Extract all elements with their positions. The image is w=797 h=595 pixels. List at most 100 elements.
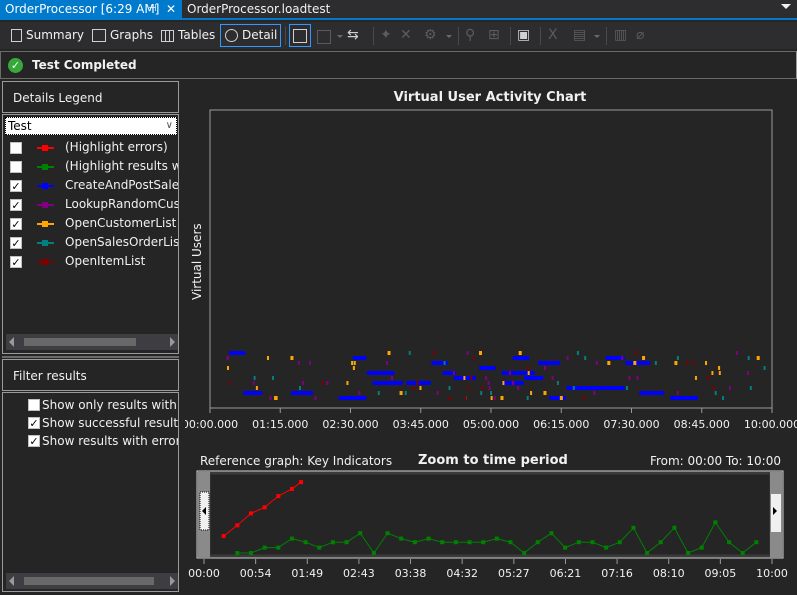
activity-mark bbox=[508, 371, 511, 375]
series-point bbox=[299, 480, 304, 485]
legend-item[interactable]: ✓ OpenItemList bbox=[3, 253, 178, 272]
report-dropdown-icon[interactable] bbox=[594, 35, 600, 38]
activity-mark bbox=[576, 351, 579, 355]
series-point bbox=[276, 545, 281, 550]
legend-checkbox[interactable]: ✓ bbox=[10, 256, 22, 268]
summary-button[interactable]: Summary bbox=[6, 24, 85, 47]
legend-item[interactable]: ✓ LookupRandomCusto bbox=[3, 196, 178, 215]
trend-report-icon[interactable]: ▥ bbox=[614, 25, 627, 45]
activity-mark bbox=[314, 396, 317, 400]
activity-bar bbox=[549, 396, 567, 400]
close-icon[interactable]: ✕ bbox=[166, 0, 176, 18]
zoom-add-icon[interactable]: ⚲ bbox=[465, 25, 475, 45]
reference-graph[interactable]: 00:00 00:54 01:49 02:43 03:38 04:32 05:27 06:21… bbox=[185, 470, 797, 582]
series-point bbox=[289, 536, 294, 541]
toolbar: Summary Graphs Tables Detail ⇆ ✦ ✕ ⚙ ⚲ ⊞… bbox=[0, 22, 797, 49]
activity-mark bbox=[747, 356, 750, 360]
filter-results-header[interactable]: Filter results bbox=[2, 359, 179, 391]
filter-option[interactable]: ✓ Show successful results bbox=[27, 415, 178, 433]
activity-mark bbox=[275, 396, 278, 400]
scroll-left-icon[interactable] bbox=[9, 337, 14, 347]
toolbar-separator bbox=[458, 27, 459, 45]
tab-orderprocessor-loadtest[interactable]: OrderProcessor.loadtest bbox=[182, 0, 330, 18]
tab-overflow-dropdown-icon[interactable] bbox=[781, 4, 791, 9]
legend-checkbox[interactable]: ✓ bbox=[10, 237, 22, 249]
legend-item[interactable]: ✓ CreateAndPostSalesO bbox=[3, 177, 178, 196]
filter-option[interactable]: Show only results with log bbox=[27, 397, 178, 415]
activity-mark bbox=[714, 391, 717, 395]
scroll-right-icon[interactable] bbox=[170, 576, 175, 586]
series-point bbox=[631, 525, 636, 530]
activity-bar bbox=[512, 356, 530, 360]
legend-checkbox[interactable]: ✓ bbox=[10, 218, 22, 230]
toolbar-separator bbox=[540, 27, 541, 45]
scrollbar-thumb[interactable] bbox=[24, 338, 136, 346]
virtual-user-activity-chart[interactable]: 00:00.000 01:15.000 02:30.000 03:45.000 05:0… bbox=[185, 108, 797, 438]
series-point bbox=[399, 536, 404, 541]
x-tick-label: 07:16 bbox=[601, 567, 633, 580]
detail-button[interactable]: Detail bbox=[220, 24, 281, 47]
detail-icon bbox=[225, 29, 238, 42]
filter-checkbox[interactable]: ✓ bbox=[28, 435, 40, 447]
gear-icon[interactable]: ⚙ bbox=[424, 25, 437, 45]
attach-icon[interactable]: ⌀ bbox=[636, 25, 644, 45]
scroll-right-icon[interactable] bbox=[170, 337, 175, 347]
x-tick-label: 03:45.000 bbox=[393, 418, 449, 431]
activity-mark bbox=[628, 376, 631, 380]
legend-checkbox[interactable] bbox=[10, 142, 22, 154]
legend-item[interactable]: (Highlight errors) bbox=[3, 139, 178, 158]
legend-item[interactable]: ✓ OpenCustomerList bbox=[3, 215, 178, 234]
activity-mark bbox=[353, 361, 356, 365]
layout-icon[interactable] bbox=[317, 30, 331, 44]
filter-checkbox[interactable]: ✓ bbox=[28, 417, 40, 429]
graphs-button[interactable]: Graphs bbox=[87, 24, 154, 47]
activity-mark bbox=[298, 386, 301, 390]
analyze-icon[interactable]: ▣ bbox=[517, 25, 530, 45]
activity-mark bbox=[419, 386, 422, 390]
delete-icon[interactable]: ✕ bbox=[400, 25, 412, 45]
activity-mark bbox=[543, 391, 547, 395]
legend-item[interactable]: ✓ OpenSalesOrderList bbox=[3, 234, 178, 253]
series-point bbox=[508, 540, 513, 545]
series-point bbox=[235, 523, 240, 528]
x-tick-label: 02:43 bbox=[343, 567, 375, 580]
graph-icon bbox=[92, 29, 106, 42]
show-graph-button[interactable] bbox=[289, 24, 311, 47]
filter-checkbox[interactable] bbox=[28, 399, 40, 411]
scrollbar-thumb[interactable] bbox=[24, 577, 154, 585]
filter-horizontal-scrollbar[interactable] bbox=[6, 573, 178, 589]
scroll-left-icon[interactable] bbox=[9, 576, 14, 586]
legend-filter-select[interactable]: Test ∨ bbox=[5, 117, 177, 135]
series-point bbox=[248, 511, 253, 516]
legend-checkbox[interactable]: ✓ bbox=[10, 180, 22, 192]
pin-icon[interactable]: ⊣ bbox=[148, 0, 157, 18]
legend-checkbox[interactable]: ✓ bbox=[10, 199, 22, 211]
toolbar-separator bbox=[606, 27, 607, 45]
activity-mark bbox=[526, 366, 529, 370]
gear-dropdown-icon[interactable] bbox=[446, 35, 452, 38]
add-graph-icon[interactable]: ✦ bbox=[380, 25, 392, 45]
report-icon[interactable]: ▤ bbox=[573, 25, 586, 45]
activity-mark bbox=[582, 396, 585, 400]
legend-label: OpenItemList bbox=[65, 254, 146, 268]
activity-mark bbox=[642, 356, 646, 360]
series-point bbox=[262, 545, 267, 550]
activity-bar bbox=[290, 391, 314, 395]
details-legend-header[interactable]: Details Legend bbox=[2, 81, 179, 113]
filter-option[interactable]: ✓ Show results with errors bbox=[27, 433, 178, 451]
compare-icon[interactable]: ⊞ bbox=[488, 25, 500, 45]
legend-horizontal-scrollbar[interactable] bbox=[6, 334, 178, 350]
tables-button[interactable]: Tables bbox=[156, 24, 216, 47]
tab-orderprocessor-results[interactable]: OrderProcessor [6:29 AM] ⊣ ✕ bbox=[0, 0, 182, 18]
excel-icon[interactable]: X bbox=[548, 25, 558, 45]
zoom-right-handle[interactable] bbox=[771, 494, 781, 532]
activity-mark bbox=[756, 356, 760, 360]
activity-mark bbox=[412, 386, 415, 390]
layout-dropdown-icon[interactable] bbox=[337, 35, 343, 38]
activity-bar bbox=[670, 396, 699, 400]
splitter[interactable] bbox=[2, 356, 179, 358]
legend-item[interactable]: (Highlight results with bbox=[3, 158, 178, 177]
swap-icon[interactable]: ⇆ bbox=[347, 25, 359, 45]
activity-mark bbox=[705, 361, 708, 365]
legend-checkbox[interactable] bbox=[10, 161, 22, 173]
